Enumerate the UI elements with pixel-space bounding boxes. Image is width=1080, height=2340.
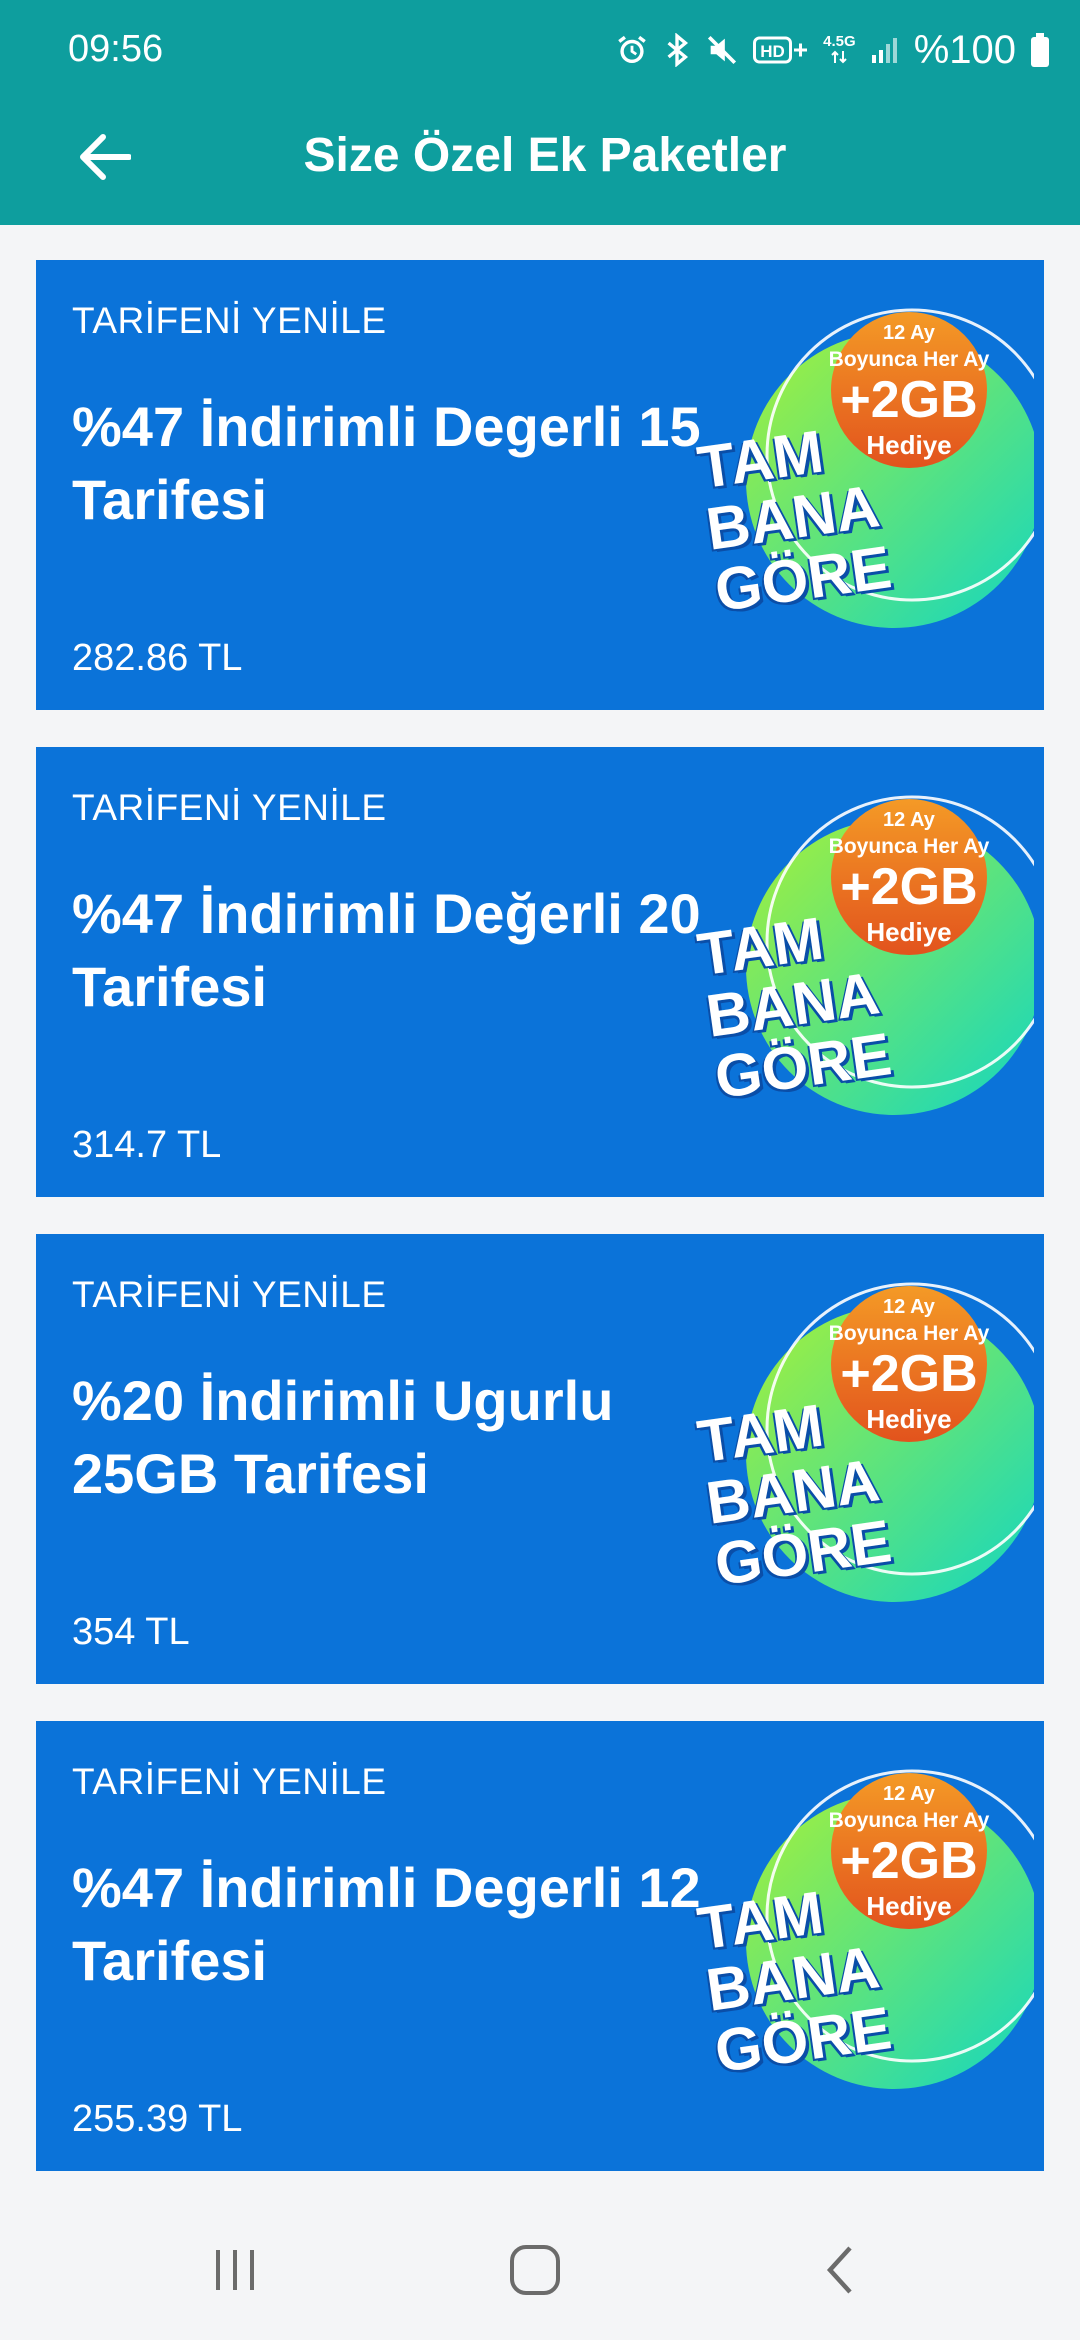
offer-title: %47 İndirimli Degerli 15 Tarifesi [72,395,701,531]
promo-badge: 12 Ay Boyunca Her Ay +2GB Hediye TAM BAN… [694,1751,1044,2141]
promo-line1: 12 Ay [883,322,935,344]
promo-line1: 12 Ay [883,1296,935,1318]
offer-kicker: TARİFENİ YENİLE [72,300,387,341]
offer-price: 354 TL [72,1611,190,1653]
offer-card[interactable]: TARİFENİ YENİLE %20 İndirimli Ugurlu 25G… [36,1234,1044,1684]
status-icons: HD 4.5G %100 [615,22,1050,78]
promo-line2: Boyunca Her Ay [828,1322,990,1345]
promo-line2: Boyunca Her Ay [828,348,990,371]
title-bar: Size Özel Ek Paketler [0,110,1080,200]
promo-line1: 12 Ay [883,809,935,831]
home-button[interactable] [490,2235,580,2305]
promo-slogan: TAM BANA GÖRE [694,900,896,1112]
promo-line2: Boyunca Her Ay [828,1809,990,1832]
signal-icon [870,35,900,65]
hd-plus-icon: HD [753,35,809,65]
offer-card[interactable]: TARİFENİ YENİLE %47 İndirimli Degerli 15… [36,260,1044,710]
promo-badge: 12 Ay Boyunca Her Ay +2GB Hediye TAM BAN… [694,290,1044,680]
promo-badge: 12 Ay Boyunca Her Ay +2GB Hediye TAM BAN… [694,1264,1044,1654]
promo-slogan: TAM BANA GÖRE [694,1874,896,2086]
home-icon [510,2245,560,2295]
offer-list: TARİFENİ YENİLE %47 İndirimli Degerli 15… [36,260,1044,2208]
network-label: 4.5G [823,33,856,50]
status-time: 09:56 [68,28,164,70]
offer-card[interactable]: TARİFENİ YENİLE %47 İndirimli Değerli 20… [36,747,1044,1197]
app-header: 09:56 HD 4.5G %100 Size Özel Ek Paketler [0,0,1080,225]
offer-price: 255.39 TL [72,2098,243,2140]
back-icon [826,2246,852,2294]
page-title: Size Özel Ek Paketler [303,129,787,182]
nav-back-button[interactable] [795,2235,885,2305]
offer-kicker: TARİFENİ YENİLE [72,1274,387,1315]
offer-kicker: TARİFENİ YENİLE [72,1761,387,1802]
offer-price: 282.86 TL [72,637,243,679]
mute-icon [705,33,739,67]
recent-apps-button[interactable] [190,2235,280,2305]
promo-slogan: TAM BANA GÖRE [694,413,896,625]
bluetooth-icon [663,33,691,67]
system-nav-bar [0,2195,1080,2340]
offer-title: %20 İndirimli Ugurlu 25GB Tarifesi [72,1369,614,1505]
promo-badge: 12 Ay Boyunca Her Ay +2GB Hediye TAM BAN… [694,777,1044,1167]
recent-apps-icon [216,2250,254,2290]
promo-line2: Boyunca Her Ay [828,835,990,858]
offer-title: %47 İndirimli Degerli 12 Tarifesi [72,1856,701,1992]
offer-title: %47 İndirimli Değerli 20 Tarifesi [72,882,701,1018]
alarm-icon [615,33,649,67]
network-4.5g-icon: 4.5G [823,33,856,65]
offer-price: 314.7 TL [72,1124,222,1166]
offer-kicker: TARİFENİ YENİLE [72,787,387,828]
promo-slogan: TAM BANA GÖRE [694,1387,896,1599]
battery-icon [1030,33,1050,67]
battery-percent: %100 [913,27,1016,72]
offer-card[interactable]: TARİFENİ YENİLE %47 İndirimli Degerli 12… [36,1721,1044,2171]
promo-line1: 12 Ay [883,1783,935,1805]
svg-text:HD: HD [760,42,785,61]
